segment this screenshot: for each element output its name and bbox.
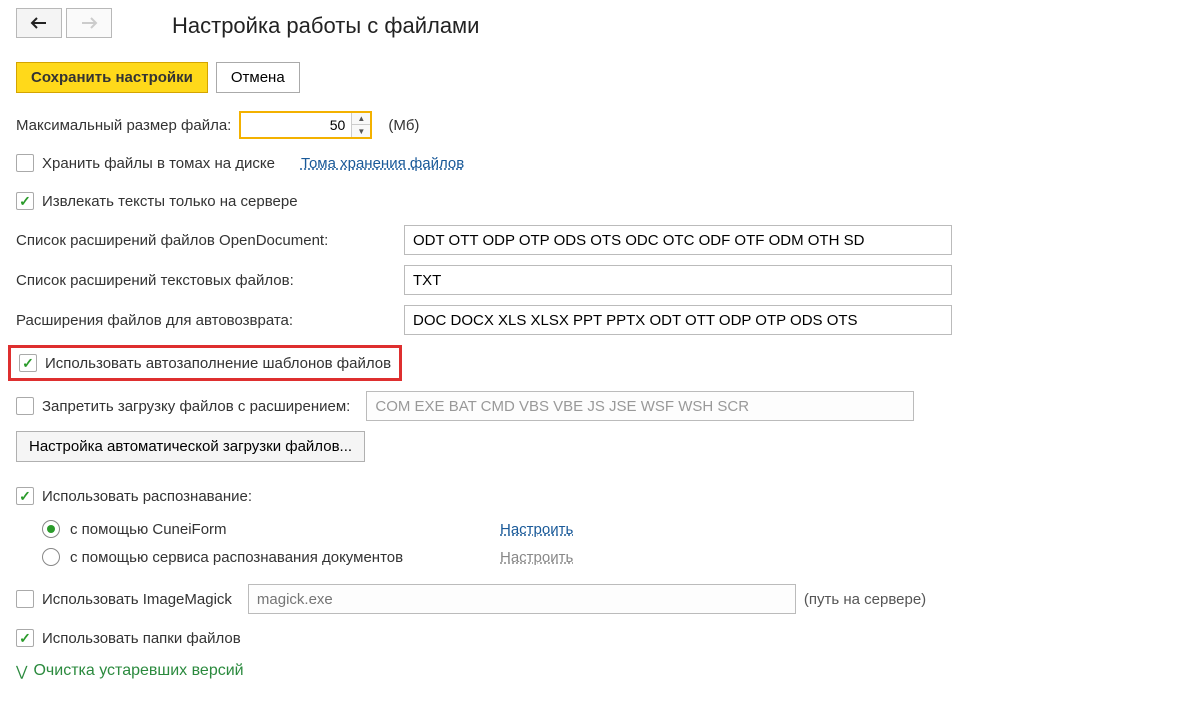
max-file-size-input[interactable] (241, 113, 351, 137)
spinner-down-icon[interactable]: ▼ (352, 125, 370, 137)
cleanup-versions-label: Очистка устаревших версий (33, 662, 243, 680)
unit-mb: (Мб) (388, 117, 419, 134)
autofill-label: Использовать автозаполнение шаблонов фай… (45, 355, 391, 372)
max-file-size-label: Максимальный размер файла: (16, 117, 231, 134)
autofill-highlight: Использовать автозаполнение шаблонов фай… (8, 345, 402, 381)
imagemagick-checkbox[interactable] (16, 590, 34, 608)
cleanup-versions-section[interactable]: ⋁ Очистка устаревших версий (16, 662, 1184, 680)
ocr-service-label: с помощью сервиса распознавания документ… (70, 549, 490, 566)
forbid-ext-checkbox[interactable] (16, 397, 34, 415)
forbid-ext-label: Запретить загрузку файлов с расширением: (42, 398, 350, 415)
text-ext-label: Список расширений текстовых файлов: (16, 272, 396, 289)
nav-back-button[interactable] (16, 8, 62, 38)
max-file-size-stepper[interactable]: ▲ ▼ (239, 111, 372, 139)
save-button[interactable]: Сохранить настройки (16, 62, 208, 93)
page-title: Настройка работы с файлами (172, 13, 479, 39)
ocr-cuneiform-label: с помощью CuneiForm (70, 521, 490, 538)
imagemagick-label: Использовать ImageMagick (42, 591, 232, 608)
ocr-service-configure-link: Настроить (500, 549, 573, 566)
ocr-service-radio[interactable] (42, 548, 60, 566)
chevron-down-icon: ⋁ (16, 663, 27, 680)
volumes-link[interactable]: Тома хранения файлов (301, 155, 464, 172)
extract-on-server-checkbox[interactable] (16, 192, 34, 210)
ocr-cuneiform-radio[interactable] (42, 520, 60, 538)
use-ocr-checkbox[interactable] (16, 487, 34, 505)
spinner-up-icon[interactable]: ▲ (352, 113, 370, 125)
autofill-checkbox[interactable] (19, 354, 37, 372)
ocr-cuneiform-configure-link[interactable]: Настроить (500, 521, 573, 538)
forbid-ext-input[interactable] (366, 391, 914, 421)
use-file-folders-checkbox[interactable] (16, 629, 34, 647)
auto-return-ext-input[interactable] (404, 305, 952, 335)
extract-on-server-label: Извлекать тексты только на сервере (42, 193, 298, 210)
path-on-server-label: (путь на сервере) (804, 591, 926, 608)
use-ocr-label: Использовать распознавание: (42, 488, 252, 505)
imagemagick-path-input[interactable] (248, 584, 796, 614)
opendoc-ext-label: Список расширений файлов OpenDocument: (16, 232, 396, 249)
store-in-volumes-label: Хранить файлы в томах на диске (42, 155, 275, 172)
nav-forward-button (66, 8, 112, 38)
use-file-folders-label: Использовать папки файлов (42, 630, 241, 647)
cancel-button[interactable]: Отмена (216, 62, 300, 93)
auto-return-ext-label: Расширения файлов для автовозврата: (16, 312, 396, 329)
opendoc-ext-input[interactable] (404, 225, 952, 255)
store-in-volumes-checkbox[interactable] (16, 154, 34, 172)
auto-upload-settings-button[interactable]: Настройка автоматической загрузки файлов… (16, 431, 365, 462)
text-ext-input[interactable] (404, 265, 952, 295)
